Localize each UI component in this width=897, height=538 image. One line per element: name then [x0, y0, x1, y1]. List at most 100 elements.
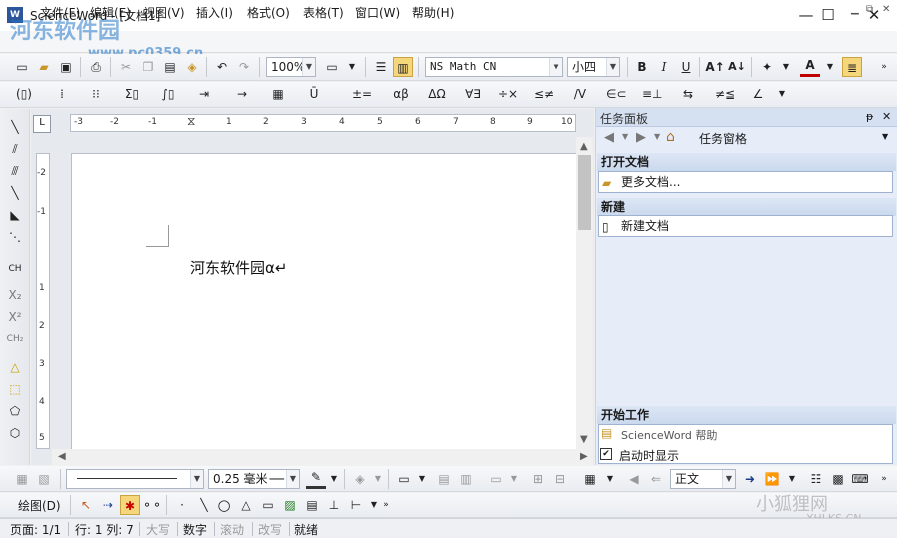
- keyboard-icon[interactable]: ⌨: [850, 469, 870, 489]
- wedge-line-icon[interactable]: ◣: [4, 205, 26, 225]
- line-width-select[interactable]: 0.25 毫米 ── ▼: [208, 469, 300, 489]
- thin-line-icon[interactable]: ╲: [4, 117, 26, 137]
- grid-snap-icon[interactable]: ✱: [120, 495, 140, 515]
- point-tool-icon[interactable]: ·: [172, 495, 192, 515]
- chemical-subscript-button[interactable]: CH₂: [4, 329, 26, 349]
- paste-icon[interactable]: ▤: [160, 57, 180, 77]
- vertical-ruler[interactable]: -2 -1 1 2 3 4 5: [36, 153, 50, 449]
- bracket-template-icon[interactable]: (▯): [14, 84, 34, 104]
- axis-tool-icon[interactable]: ⊢: [346, 495, 366, 515]
- triangle-tool-icon[interactable]: △: [236, 495, 256, 515]
- table-grid-icon[interactable]: ▦: [580, 469, 600, 489]
- chevron-down-icon[interactable]: ▼: [412, 469, 432, 489]
- arrow-label-template-icon[interactable]: →: [232, 84, 252, 104]
- vector-symbols-icon[interactable]: /V: [570, 84, 590, 104]
- menu-insert[interactable]: 插入(I): [196, 4, 233, 21]
- show-on-start-checkbox[interactable]: ✔: [600, 448, 612, 460]
- group-objects-icon[interactable]: ⚬⚬: [142, 495, 162, 515]
- toolbar-overflow-icon[interactable]: »: [874, 469, 894, 489]
- greek-upper-button[interactable]: ΔΩ: [424, 84, 450, 104]
- open-folder-icon[interactable]: ▰: [34, 57, 54, 77]
- task-pane-close-icon[interactable]: ✕: [882, 110, 891, 123]
- mdi-close-icon[interactable]: ✕: [882, 4, 890, 15]
- picture-tool-icon[interactable]: ▨: [280, 495, 300, 515]
- swap-arrows-icon[interactable]: ⇆: [678, 84, 698, 104]
- fraction-template-icon[interactable]: ⁞: [52, 84, 72, 104]
- indent-marker-icon[interactable]: ⧖: [187, 114, 195, 129]
- print-icon[interactable]: ⎙: [86, 57, 106, 77]
- greek-lower-button[interactable]: αβ: [388, 84, 414, 104]
- chevron-down-icon[interactable]: ▼: [600, 469, 620, 489]
- shrink-font-icon[interactable]: A↓: [727, 57, 747, 77]
- integral-template-icon[interactable]: ∫▯: [158, 84, 178, 104]
- symbol-table-icon[interactable]: ▩: [828, 469, 848, 489]
- table-edit-icon[interactable]: ▧: [34, 469, 54, 489]
- scroll-right-icon[interactable]: ▶: [580, 451, 588, 462]
- paragraph-shading-icon[interactable]: ≣: [842, 57, 862, 77]
- border-icon[interactable]: ▭: [394, 469, 414, 489]
- mdi-minimize-icon[interactable]: ▁: [851, 4, 859, 15]
- chevron-down-icon[interactable]: ▼: [772, 84, 792, 104]
- relation-symbols-icon[interactable]: ≤≠: [534, 84, 554, 104]
- list-view-icon[interactable]: ☷: [806, 469, 826, 489]
- document-text[interactable]: 河东软件园α↵: [190, 257, 287, 278]
- underline-button[interactable]: U: [676, 57, 696, 77]
- page-view-icon[interactable]: ▭: [322, 57, 342, 77]
- line-tool-icon[interactable]: ╲: [194, 495, 214, 515]
- dashed-line-icon[interactable]: ⋱: [4, 227, 26, 247]
- save-icon[interactable]: ▣: [56, 57, 76, 77]
- italic-button[interactable]: I: [654, 57, 674, 77]
- draw-menu-button[interactable]: 绘图(D): [18, 497, 61, 514]
- operator-symbols-icon[interactable]: ÷×: [498, 84, 518, 104]
- zoom-select[interactable]: 100% ▼: [266, 57, 316, 77]
- chevron-down-icon[interactable]: ▼: [368, 469, 388, 489]
- hexagon-shape-icon[interactable]: ⬡: [4, 423, 26, 443]
- accent-template-icon[interactable]: Ū: [304, 84, 324, 104]
- new-document-icon[interactable]: ▭: [12, 57, 32, 77]
- pentagon-shape-icon[interactable]: ⬠: [4, 401, 26, 421]
- tab-stop-selector[interactable]: L: [33, 115, 51, 133]
- paragraph-style-select[interactable]: 正文 ▼: [670, 469, 736, 489]
- menu-view[interactable]: 视图(V): [143, 4, 185, 21]
- mdi-restore-icon[interactable]: ⧉: [866, 4, 873, 15]
- font-size-select[interactable]: 小四 ▼: [567, 57, 620, 77]
- fill-color-icon[interactable]: ◈: [350, 469, 370, 489]
- cut-icon[interactable]: ✂: [116, 57, 136, 77]
- maximize-button[interactable]: ☐: [805, 0, 851, 31]
- grow-font-icon[interactable]: A↑: [705, 57, 725, 77]
- previous-arrow-icon[interactable]: ◀: [624, 469, 644, 489]
- sum-template-icon[interactable]: Σ▯: [122, 84, 142, 104]
- triple-line-icon[interactable]: ⫻: [4, 161, 26, 181]
- arrow-template-icon[interactable]: ⇥: [194, 84, 214, 104]
- rectangle-tool-icon[interactable]: ▭: [258, 495, 278, 515]
- pin-icon[interactable]: ᵽ: [866, 110, 873, 123]
- chevron-down-icon[interactable]: ▼: [622, 132, 628, 141]
- distribute-rows-icon[interactable]: ⊞: [528, 469, 548, 489]
- toolbar-overflow-icon[interactable]: »: [376, 495, 396, 515]
- new-document-link[interactable]: ▯ 新建文档: [598, 215, 893, 237]
- logic-symbols-button[interactable]: ∀∃: [460, 84, 486, 104]
- set-symbols-icon[interactable]: ∈⊂: [606, 84, 627, 104]
- undo-icon[interactable]: ↶: [212, 57, 232, 77]
- chevron-down-icon[interactable]: ▼: [782, 469, 802, 489]
- next-arrow-icon[interactable]: ⏩: [762, 469, 782, 489]
- help-link[interactable]: ScienceWord 帮助: [621, 427, 717, 443]
- chevron-down-icon[interactable]: ▼: [654, 132, 660, 141]
- format-painter-icon[interactable]: ◈: [182, 57, 202, 77]
- forward-arrow-icon[interactable]: ➜: [740, 469, 760, 489]
- task-pane-toggle-icon[interactable]: ▥: [393, 57, 413, 77]
- square-shape-icon[interactable]: ⬚: [4, 379, 26, 399]
- font-family-select[interactable]: NS Math CN ▼: [425, 57, 563, 77]
- circle-tool-icon[interactable]: ○: [214, 495, 234, 515]
- grid-template-icon[interactable]: ▦: [268, 84, 288, 104]
- chevron-down-icon[interactable]: ▼: [504, 469, 524, 489]
- subscript-button[interactable]: X₂: [4, 285, 26, 305]
- outline-view-icon[interactable]: ☰: [371, 57, 391, 77]
- highlight-tool-icon[interactable]: ✦: [757, 57, 777, 77]
- chevron-down-icon[interactable]: ▼: [324, 469, 344, 489]
- scroll-up-icon[interactable]: ▲: [580, 141, 588, 152]
- copy-icon[interactable]: ❐: [138, 57, 158, 77]
- scroll-left-icon[interactable]: ◀: [58, 451, 66, 462]
- align-cell-icon[interactable]: ▭: [486, 469, 506, 489]
- menu-format[interactable]: 格式(O): [247, 4, 290, 21]
